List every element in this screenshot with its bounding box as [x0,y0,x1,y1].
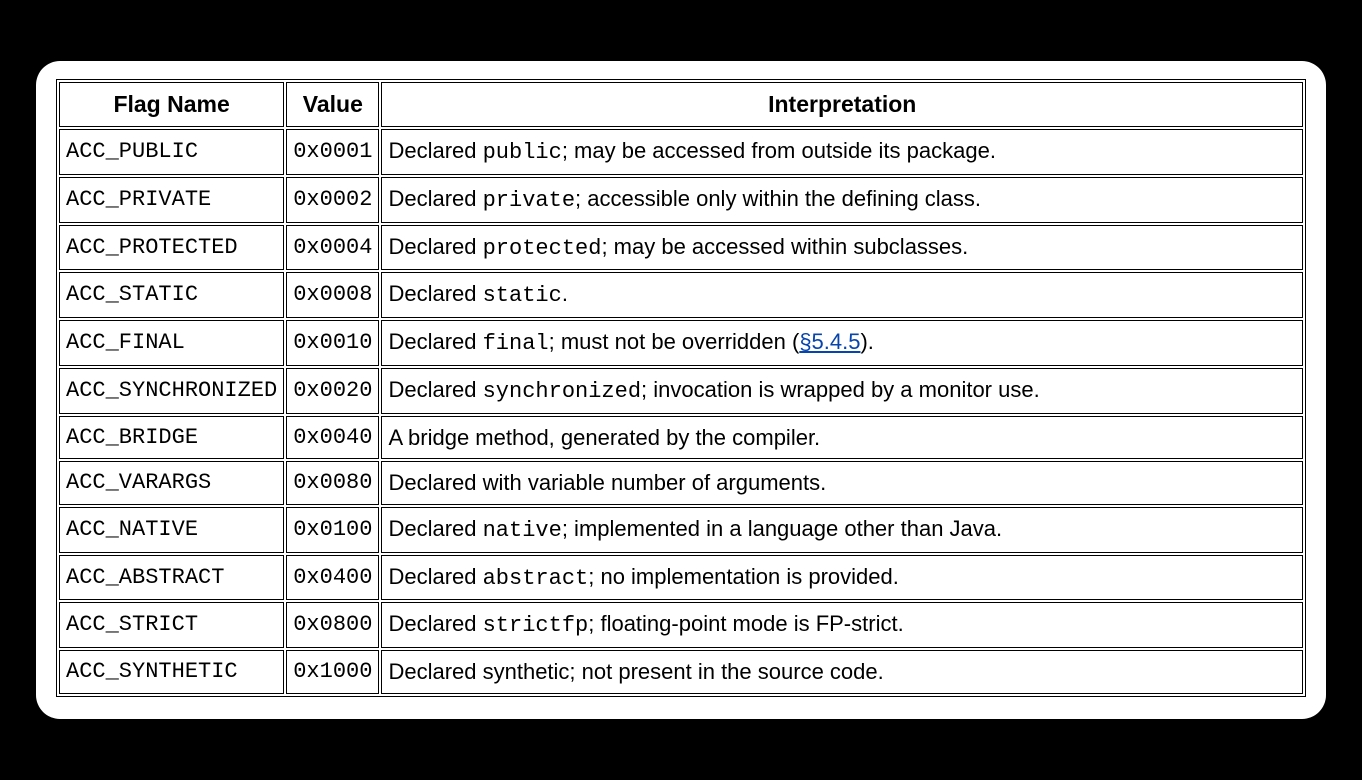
table-row: ACC_PROTECTED0x0004Declared protected; m… [59,225,1303,271]
table-row: ACC_PRIVATE0x0002Declared private; acces… [59,177,1303,223]
flag-interpretation-cell: Declared synthetic; not present in the s… [381,650,1303,694]
table-header: Flag Name Value Interpretation [59,82,1303,127]
keyword-code: abstract [483,566,589,591]
table-row: ACC_NATIVE0x0100Declared native; impleme… [59,507,1303,553]
flag-interpretation-cell: Declared synchronized; invocation is wra… [381,368,1303,414]
keyword-code: static [483,283,562,308]
flag-name-cell: ACC_PUBLIC [59,129,284,175]
interpretation-text: ; invocation is wrapped by a monitor use… [641,377,1040,402]
keyword-code: native [483,518,562,543]
table-row: ACC_STATIC0x0008Declared static. [59,272,1303,318]
flag-value-cell: 0x0004 [286,225,379,271]
flag-name-cell: ACC_STRICT [59,602,284,648]
interpretation-text: Declared [388,564,482,589]
flag-name-cell: ACC_STATIC [59,272,284,318]
table-row: ACC_SYNTHETIC0x1000 Declared synthetic; n… [59,650,1303,694]
flag-value-cell: 0x0400 [286,555,379,601]
table-row: ACC_FINAL0x0010Declared final; must not … [59,320,1303,366]
keyword-code: private [483,188,575,213]
interpretation-text: ; no implementation is provided. [588,564,899,589]
flag-value-cell: 0x0002 [286,177,379,223]
interpretation-text: Declared [388,329,482,354]
flag-name-cell: ACC_PRIVATE [59,177,284,223]
interpretation-text: Declared [388,186,482,211]
col-header-value: Value [286,82,379,127]
flag-value-cell: 0x0008 [286,272,379,318]
flag-value-cell: 0x0800 [286,602,379,648]
flag-interpretation-cell: Declared private; accessible only within… [381,177,1303,223]
flag-value-cell: 0x0040 [286,416,379,460]
table-row: ACC_STRICT0x0800Declared strictfp; float… [59,602,1303,648]
table-row: ACC_VARARGS0x0080 Declared with variable … [59,461,1303,505]
table-row: ACC_PUBLIC0x0001Declared public; may be … [59,129,1303,175]
flag-interpretation-cell: Declared protected; may be accessed with… [381,225,1303,271]
interpretation-text: Declared with variable number of argumen… [388,470,826,495]
col-header-interpretation: Interpretation [381,82,1303,127]
interpretation-text: Declared [388,234,482,259]
flag-value-cell: 0x0080 [286,461,379,505]
flag-value-cell: 0x0100 [286,507,379,553]
interpretation-text: Declared synthetic; not present in the s… [388,659,883,684]
interpretation-text: ; accessible only within the defining cl… [575,186,981,211]
flag-name-cell: ACC_SYNTHETIC [59,650,284,694]
table-row: ACC_ABSTRACT0x0400Declared abstract; no … [59,555,1303,601]
interpretation-text: Declared [388,516,482,541]
interpretation-text: ; floating-point mode is FP-strict. [588,611,903,636]
keyword-code: strictfp [483,613,589,638]
flag-name-cell: ACC_VARARGS [59,461,284,505]
interpretation-text: ; may be accessed from outside its packa… [562,138,996,163]
flag-name-cell: ACC_ABSTRACT [59,555,284,601]
interpretation-text: ; implemented in a language other than J… [562,516,1002,541]
spec-section-link[interactable]: §5.4.5 [799,329,860,354]
interpretation-text: A bridge method, generated by the compil… [388,425,820,450]
flag-interpretation-cell: A bridge method, generated by the compil… [381,416,1303,460]
flag-name-cell: ACC_FINAL [59,320,284,366]
access-flags-table: Flag Name Value Interpretation ACC_PUBLI… [56,79,1306,696]
keyword-code: synchronized [483,379,641,404]
flag-name-cell: ACC_SYNCHRONIZED [59,368,284,414]
interpretation-text: ). [860,329,873,354]
interpretation-text: Declared [388,281,482,306]
flag-name-cell: ACC_PROTECTED [59,225,284,271]
keyword-code: final [483,331,549,356]
flag-value-cell: 0x0010 [286,320,379,366]
interpretation-text: ; may be accessed within subclasses. [601,234,968,259]
flag-value-cell: 0x0020 [286,368,379,414]
flag-interpretation-cell: Declared native; implemented in a langua… [381,507,1303,553]
table-body: ACC_PUBLIC0x0001Declared public; may be … [59,129,1303,693]
table-row: ACC_BRIDGE0x0040 A bridge method, generat… [59,416,1303,460]
document-card: Flag Name Value Interpretation ACC_PUBLI… [36,61,1326,718]
flag-interpretation-cell: Declared final; must not be overridden (… [381,320,1303,366]
flag-interpretation-cell: Declared strictfp; floating-point mode i… [381,602,1303,648]
col-header-flag: Flag Name [59,82,284,127]
interpretation-text: Declared [388,377,482,402]
flag-interpretation-cell: Declared public; may be accessed from ou… [381,129,1303,175]
interpretation-text: . [562,281,568,306]
table-header-row: Flag Name Value Interpretation [59,82,1303,127]
interpretation-text: Declared [388,611,482,636]
flag-interpretation-cell: Declared abstract; no implementation is … [381,555,1303,601]
flag-interpretation-cell: Declared static. [381,272,1303,318]
flag-value-cell: 0x1000 [286,650,379,694]
interpretation-text: ; must not be overridden ( [549,329,800,354]
keyword-code: protected [483,236,602,261]
flag-name-cell: ACC_NATIVE [59,507,284,553]
interpretation-text: Declared [388,138,482,163]
table-row: ACC_SYNCHRONIZED0x0020Declared synchroni… [59,368,1303,414]
keyword-code: public [483,140,562,165]
flag-value-cell: 0x0001 [286,129,379,175]
flag-interpretation-cell: Declared with variable number of argumen… [381,461,1303,505]
flag-name-cell: ACC_BRIDGE [59,416,284,460]
